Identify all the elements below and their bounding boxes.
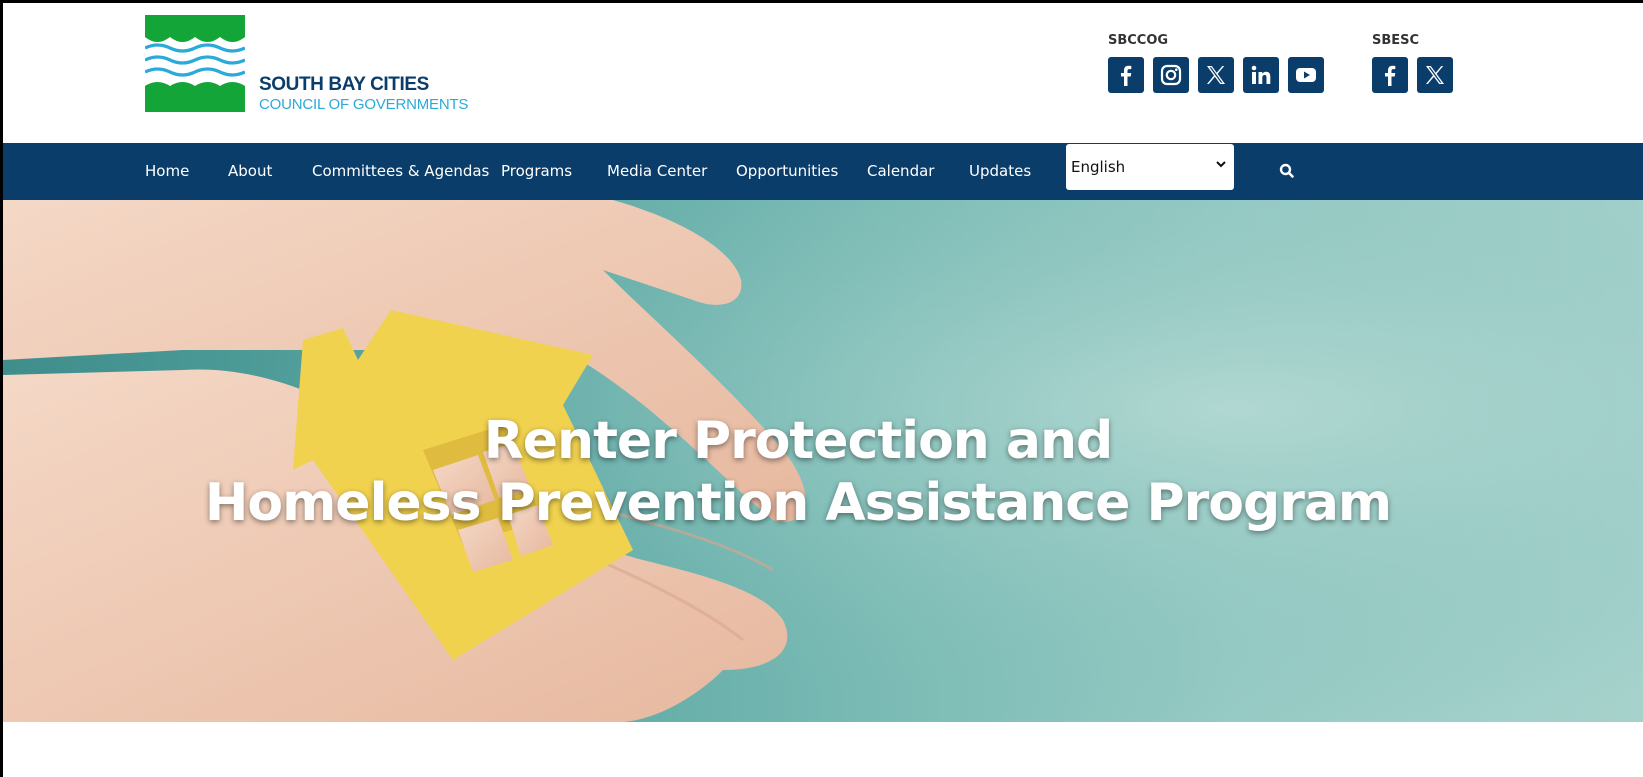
sbccog-x-button[interactable] [1198, 57, 1234, 93]
search-icon[interactable] [1278, 162, 1296, 180]
logo-waves-mark [145, 15, 245, 112]
instagram-icon [1160, 64, 1182, 86]
sbccog-instagram-button[interactable] [1153, 57, 1189, 93]
sbccog-linkedin-button[interactable] [1243, 57, 1279, 93]
sbesc-x-button[interactable] [1417, 57, 1453, 93]
sbccog-social-group: SBCCOG [1108, 33, 1324, 93]
language-select[interactable]: English [1066, 144, 1234, 190]
hero-title: Renter Protection and Homeless Preventio… [3, 410, 1593, 534]
youtube-icon [1296, 68, 1316, 82]
linkedin-icon [1251, 65, 1271, 84]
hero-title-line-1: Renter Protection and [483, 411, 1114, 471]
nav-item-updates[interactable]: Updates [969, 143, 1031, 200]
nav-item-programs[interactable]: Programs [501, 143, 572, 200]
browser-viewport: SOUTH BAY CITIES COUNCIL OF GOVERNMENTS … [0, 0, 1643, 777]
language-select-value: English [1071, 158, 1126, 176]
sbesc-social-group: SBESC [1372, 33, 1453, 93]
x-icon [1207, 66, 1225, 84]
sbccog-facebook-button[interactable] [1108, 57, 1144, 93]
nav-item-media-center[interactable]: Media Center [607, 143, 707, 200]
hero-banner: Renter Protection and Homeless Preventio… [3, 200, 1643, 722]
nav-item-opportunities[interactable]: Opportunities [736, 143, 838, 200]
logo-title: SOUTH BAY CITIES [259, 74, 429, 95]
content-area-start [3, 722, 1643, 777]
nav-item-calendar[interactable]: Calendar [867, 143, 934, 200]
main-nav: Home About Committees & Agendas Programs… [3, 143, 1643, 200]
site-logo[interactable]: SOUTH BAY CITIES COUNCIL OF GOVERNMENTS [145, 15, 485, 115]
nav-item-committees-agendas[interactable]: Committees & Agendas [312, 143, 489, 200]
nav-item-home[interactable]: Home [145, 143, 189, 200]
logo-subtitle: COUNCIL OF GOVERNMENTS [259, 96, 469, 113]
sbccog-label: SBCCOG [1108, 33, 1169, 48]
chevron-down-icon [1216, 161, 1226, 168]
sbesc-facebook-button[interactable] [1372, 57, 1408, 93]
facebook-icon [1385, 65, 1396, 86]
sbccog-youtube-button[interactable] [1288, 57, 1324, 93]
nav-item-about[interactable]: About [228, 143, 272, 200]
facebook-icon [1121, 65, 1132, 86]
sbesc-label: SBESC [1372, 33, 1420, 48]
site-header: SOUTH BAY CITIES COUNCIL OF GOVERNMENTS … [3, 3, 1643, 143]
hero-title-line-2: Homeless Prevention Assistance Program [204, 473, 1392, 533]
x-icon [1426, 66, 1444, 84]
